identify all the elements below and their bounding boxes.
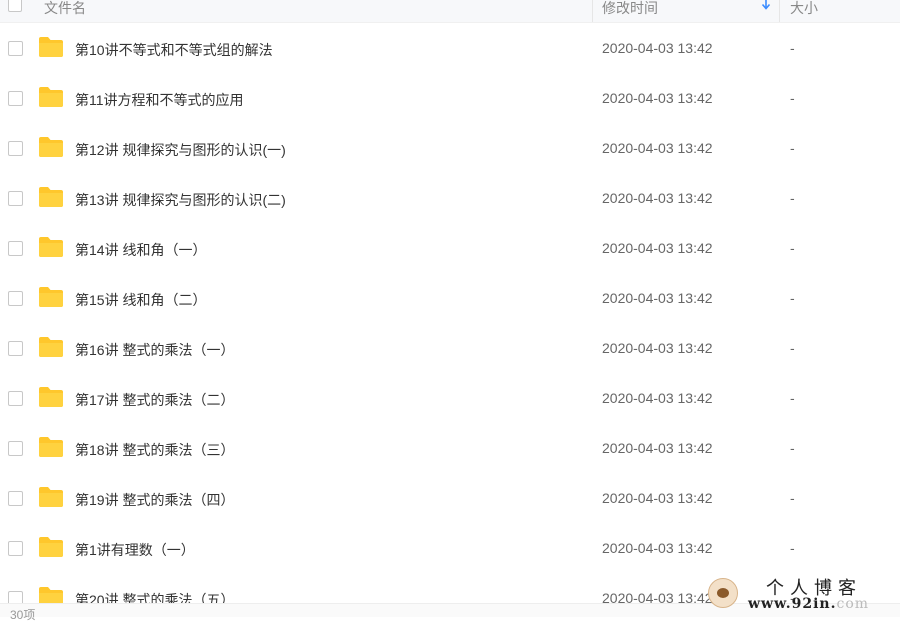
file-name[interactable]: 第13讲 规律探究与图形的认识(二)	[75, 190, 286, 210]
file-row[interactable]: 第16讲 整式的乘法（一） 2020-04-03 13:42 -	[0, 323, 900, 373]
file-list-header: 文件名 修改时间 大小	[0, 0, 900, 23]
file-size: -	[790, 40, 795, 56]
modified-time: 2020-04-03 13:42	[602, 390, 713, 406]
file-row[interactable]: 第15讲 线和角（二） 2020-04-03 13:42 -	[0, 273, 900, 323]
row-checkbox[interactable]	[8, 491, 23, 506]
folder-icon	[39, 287, 63, 307]
file-size: -	[790, 390, 795, 406]
folder-icon	[39, 187, 63, 207]
file-size: -	[790, 490, 795, 506]
modified-time: 2020-04-03 13:42	[602, 240, 713, 256]
file-size: -	[790, 90, 795, 106]
row-checkbox[interactable]	[8, 191, 23, 206]
row-checkbox[interactable]	[8, 41, 23, 56]
column-header-modified-time[interactable]: 修改时间	[602, 0, 658, 18]
file-name[interactable]: 第15讲 线和角（二）	[75, 290, 206, 310]
file-size: -	[790, 540, 795, 556]
file-name[interactable]: 第14讲 线和角（一）	[75, 240, 206, 260]
file-name[interactable]: 第12讲 规律探究与图形的认识(一)	[75, 140, 286, 160]
file-size: -	[790, 190, 795, 206]
row-checkbox[interactable]	[8, 291, 23, 306]
modified-time: 2020-04-03 13:42	[602, 340, 713, 356]
modified-time: 2020-04-03 13:42	[602, 540, 713, 556]
watermark-url-suffix: com	[836, 596, 870, 612]
modified-time: 2020-04-03 13:42	[602, 140, 713, 156]
file-list: 第10讲不等式和不等式组的解法 2020-04-03 13:42- 第11讲方程和不…	[0, 23, 900, 623]
file-row[interactable]: 第12讲 规律探究与图形的认识(一) 2020-04-03 13:42 -	[0, 123, 900, 173]
folder-icon	[39, 437, 63, 457]
watermark-url: www.92in.com	[748, 596, 869, 612]
site-watermark: 个人博客 www.92in.com	[700, 572, 900, 616]
file-size: -	[790, 440, 795, 456]
row-checkbox[interactable]	[8, 91, 23, 106]
file-name[interactable]: 第1讲有理数（一）	[75, 540, 195, 560]
file-row[interactable]: 第14讲 线和角（一） 2020-04-03 13:42 -	[0, 223, 900, 273]
file-name[interactable]: 第18讲 整式的乘法（三）	[75, 440, 234, 460]
file-row[interactable]: 第13讲 规律探究与图形的认识(二) 2020-04-03 13:42 -	[0, 173, 900, 223]
row-checkbox[interactable]	[8, 441, 23, 456]
row-checkbox[interactable]	[8, 241, 23, 256]
folder-icon	[39, 237, 63, 257]
file-row[interactable]: 第18讲 整式的乘法（三） 2020-04-03 13:42 -	[0, 423, 900, 473]
file-name[interactable]: 第11讲方程和不等式的应用	[75, 90, 244, 110]
row-checkbox[interactable]	[8, 541, 23, 556]
column-divider[interactable]	[779, 0, 780, 22]
row-checkbox[interactable]	[8, 341, 23, 356]
modified-time: 2020-04-03 13:42	[602, 40, 713, 56]
folder-icon	[39, 537, 63, 557]
modified-time: 2020-04-03 13:42	[602, 90, 713, 106]
row-checkbox[interactable]	[8, 141, 23, 156]
folder-icon	[39, 37, 63, 57]
file-row[interactable]: 第19讲 整式的乘法（四） 2020-04-03 13:42 -	[0, 473, 900, 523]
file-row[interactable]: 第10讲不等式和不等式组的解法 2020-04-03 13:42 -	[0, 23, 900, 73]
arrow-down-icon[interactable]	[760, 0, 772, 12]
file-size: -	[790, 140, 795, 156]
modified-time: 2020-04-03 13:42	[602, 290, 713, 306]
folder-icon	[39, 337, 63, 357]
file-row[interactable]: 第11讲方程和不等式的应用 2020-04-03 13:42 -	[0, 73, 900, 123]
folder-icon	[39, 487, 63, 507]
modified-time: 2020-04-03 13:42	[602, 440, 713, 456]
file-row[interactable]: 第17讲 整式的乘法（二） 2020-04-03 13:42 -	[0, 373, 900, 423]
file-name[interactable]: 第10讲不等式和不等式组的解法	[75, 40, 273, 60]
modified-time: 2020-04-03 13:42	[602, 190, 713, 206]
file-size: -	[790, 340, 795, 356]
column-header-size[interactable]: 大小	[790, 0, 818, 18]
watermark-url-domain: www.92in.	[748, 596, 837, 612]
row-checkbox[interactable]	[8, 391, 23, 406]
file-name[interactable]: 第16讲 整式的乘法（一）	[75, 340, 234, 360]
file-name[interactable]: 第17讲 整式的乘法（二）	[75, 390, 234, 410]
file-name[interactable]: 第19讲 整式的乘法（四）	[75, 490, 234, 510]
file-row[interactable]: 第1讲有理数（一） 2020-04-03 13:42 -	[0, 523, 900, 573]
file-size: -	[790, 240, 795, 256]
column-divider[interactable]	[592, 0, 593, 22]
folder-icon	[39, 137, 63, 157]
folder-icon	[39, 87, 63, 107]
modified-time: 2020-04-03 13:42	[602, 490, 713, 506]
select-all-checkbox[interactable]	[8, 0, 22, 12]
file-size: -	[790, 290, 795, 306]
item-count: 30项	[10, 608, 36, 622]
logo-icon	[708, 578, 738, 608]
folder-icon	[39, 387, 63, 407]
column-header-name[interactable]: 文件名	[44, 0, 86, 18]
